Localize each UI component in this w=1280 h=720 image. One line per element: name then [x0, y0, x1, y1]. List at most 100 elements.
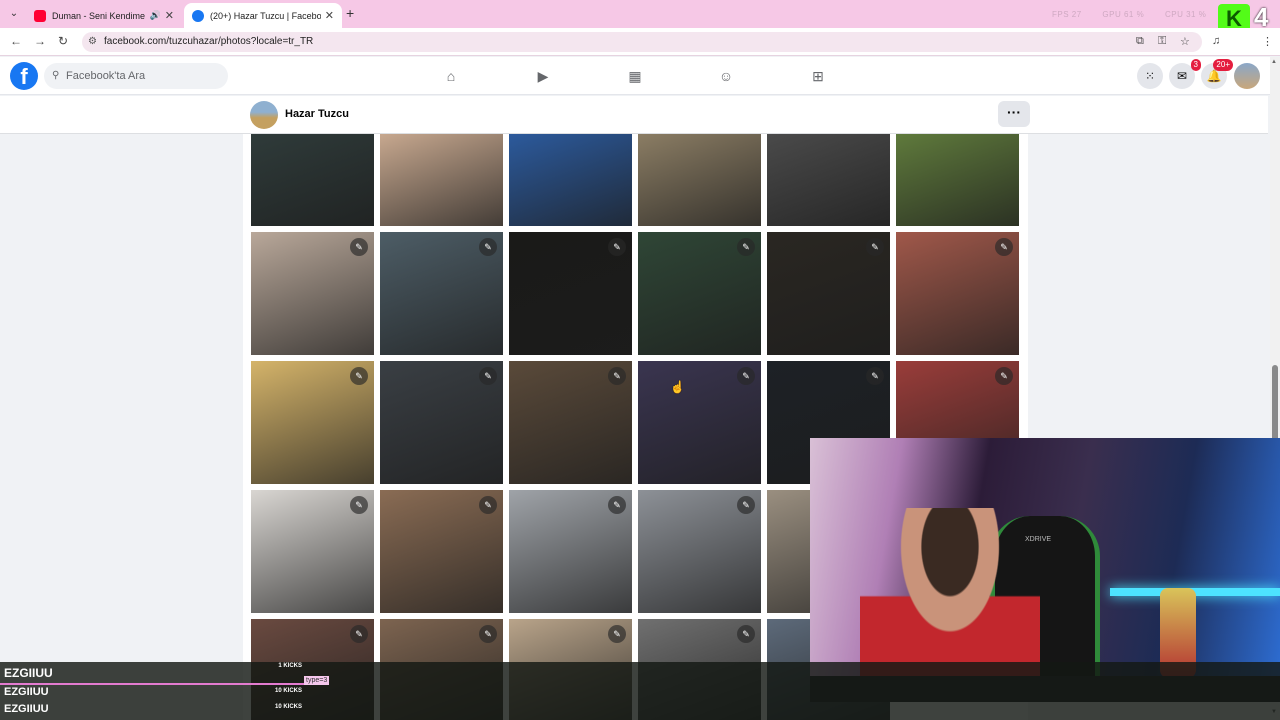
close-tab-icon[interactable]: ✕: [325, 9, 334, 22]
edit-pencil-icon[interactable]: ✎: [608, 625, 626, 643]
photo-thumbnail[interactable]: ✎: [251, 490, 374, 613]
edit-pencil-icon[interactable]: ✎: [479, 367, 497, 385]
reload-icon[interactable]: ↻: [58, 34, 68, 48]
chat-highlight-line: [0, 683, 304, 685]
browser-tab-facebook[interactable]: (20+) Hazar Tuzcu | Facebook ✕: [184, 3, 342, 28]
tab-title: Duman - Seni Kendime Sakl: [52, 10, 146, 21]
edit-pencil-icon[interactable]: ✎: [737, 367, 755, 385]
photo-thumbnail[interactable]: ✎: [638, 490, 761, 613]
scrollbar-thumb[interactable]: [1272, 365, 1278, 441]
facebook-logo-icon[interactable]: f: [10, 62, 38, 90]
edit-pencil-icon[interactable]: ✎: [479, 625, 497, 643]
new-tab-button[interactable]: +: [346, 5, 354, 21]
gaming-icon[interactable]: ⊞: [809, 67, 827, 85]
youtube-favicon-icon: [34, 9, 46, 22]
photo-thumbnail[interactable]: ✎: [251, 361, 374, 484]
back-arrow-icon[interactable]: ←: [10, 34, 22, 48]
photo-thumbnail[interactable]: [251, 134, 374, 226]
chat-username: EZGIIUU: [4, 666, 53, 680]
photo-thumbnail[interactable]: ✎: [638, 232, 761, 355]
facebook-search-input[interactable]: ⚲ Facebook'ta Ara: [44, 63, 228, 89]
bookmark-star-icon[interactable]: ☆: [1180, 35, 1190, 48]
media-control-icon[interactable]: ♫: [1212, 35, 1220, 47]
menu-grid-icon[interactable]: ⁙: [1137, 63, 1163, 89]
edit-pencil-icon[interactable]: ✎: [866, 238, 884, 256]
speaker-icon[interactable]: 🔊: [150, 10, 161, 21]
chat-kicks: 10 KICKS: [274, 704, 302, 710]
forward-arrow-icon[interactable]: →: [34, 34, 46, 48]
cpu-readout: CPU 31 %: [1164, 10, 1207, 19]
stream-chat-overlay: EZGIIUU 1 KICKS EZGIIUU 10 KICKS EZGIIUU…: [0, 662, 1280, 720]
photo-thumbnail[interactable]: [896, 134, 1019, 226]
edit-pencil-icon[interactable]: ✎: [479, 496, 497, 514]
chat-kicks: 10 KICKS: [274, 688, 302, 694]
search-placeholder: Facebook'ta Ara: [66, 70, 146, 82]
edit-pencil-icon[interactable]: ✎: [350, 238, 368, 256]
edit-pencil-icon[interactable]: ✎: [350, 625, 368, 643]
url-bar[interactable]: ⚙ facebook.com/tuzcuhazar/photos?locale=…: [82, 32, 1202, 52]
edit-pencil-icon[interactable]: ✎: [737, 238, 755, 256]
edit-pencil-icon[interactable]: ✎: [737, 496, 755, 514]
edit-pencil-icon[interactable]: ✎: [866, 367, 884, 385]
account-avatar[interactable]: [1234, 63, 1260, 89]
photo-thumbnail[interactable]: ✎: [509, 361, 632, 484]
scroll-up-icon[interactable]: ▲: [1271, 59, 1277, 65]
mouse-cursor-icon: ☝: [670, 380, 685, 394]
edit-pencil-icon[interactable]: ✎: [608, 367, 626, 385]
close-tab-icon[interactable]: ✕: [165, 9, 174, 22]
photo-thumbnail[interactable]: ✎: [380, 490, 503, 613]
search-icon: ⚲: [52, 70, 60, 81]
edit-pencil-icon[interactable]: ✎: [350, 367, 368, 385]
edit-pencil-icon[interactable]: ✎: [479, 238, 497, 256]
video-icon[interactable]: ▶: [534, 67, 552, 85]
marketplace-icon[interactable]: ▦: [626, 67, 644, 85]
edit-pencil-icon[interactable]: ✎: [350, 496, 368, 514]
url-text: facebook.com/tuzcuhazar/photos?locale=tr…: [104, 36, 314, 47]
password-key-icon[interactable]: ⚿: [1158, 35, 1166, 48]
home-icon[interactable]: ⌂: [442, 67, 460, 85]
photo-thumbnail[interactable]: ✎: [509, 232, 632, 355]
profile-avatar[interactable]: [250, 101, 278, 129]
profile-name[interactable]: Hazar Tuzcu: [285, 108, 349, 120]
address-toolbar: ← → ↻ ⚙ facebook.com/tuzcuhazar/photos?l…: [0, 28, 1280, 56]
notifications-bell-icon[interactable]: 🔔 20+: [1201, 59, 1233, 89]
browser-tab-bar: ⌄ Duman - Seni Kendime Sakl 🔊 ✕ (20+) Ha…: [0, 0, 1280, 34]
groups-icon[interactable]: ☺: [717, 67, 735, 85]
photo-thumbnail[interactable]: ✎: [509, 490, 632, 613]
facebook-top-bar: f ⚲ Facebook'ta Ara ⌂ ▶ ▦ ☺ ⊞ ⁙ ✉ 3 🔔 20…: [0, 57, 1280, 95]
edit-pencil-icon[interactable]: ✎: [608, 496, 626, 514]
messenger-icon[interactable]: ✉ 3: [1169, 59, 1201, 89]
gpu-readout: GPU 61 %: [1102, 10, 1145, 19]
tab-title: (20+) Hazar Tuzcu | Facebook: [210, 10, 321, 21]
browser-tab-youtube[interactable]: Duman - Seni Kendime Sakl 🔊 ✕: [26, 3, 182, 28]
photo-thumbnail[interactable]: ✎: [767, 232, 890, 355]
photo-thumbnail[interactable]: ✎: [251, 232, 374, 355]
messenger-badge: 3: [1190, 59, 1201, 71]
edit-pencil-icon[interactable]: ✎: [995, 238, 1013, 256]
photo-thumbnail[interactable]: [380, 134, 503, 226]
photo-thumbnail[interactable]: [767, 134, 890, 226]
tab-search-dropdown-icon[interactable]: ⌄: [6, 6, 22, 22]
site-settings-icon[interactable]: ⚙: [88, 32, 97, 52]
browser-menu-icon[interactable]: ⋮: [1262, 35, 1273, 48]
install-app-icon[interactable]: ⧉: [1136, 35, 1144, 48]
fps-readout: FPS 27: [1052, 10, 1082, 19]
facebook-favicon-icon: [192, 9, 204, 22]
edit-pencil-icon[interactable]: ✎: [608, 238, 626, 256]
notifications-badge: 20+: [1213, 59, 1233, 71]
performance-stats: FPS 27 GPU 61 % CPU 31 %: [1052, 10, 1224, 19]
profile-header-bar: Hazar Tuzcu ···: [0, 96, 1268, 134]
chat-username: EZGIIUU: [4, 703, 49, 715]
chat-username: EZGIIUU: [4, 686, 49, 698]
photo-thumbnail[interactable]: [638, 134, 761, 226]
photo-thumbnail[interactable]: ✎: [638, 361, 761, 484]
edit-pencil-icon[interactable]: ✎: [737, 625, 755, 643]
edit-pencil-icon[interactable]: ✎: [995, 367, 1013, 385]
photo-thumbnail[interactable]: [509, 134, 632, 226]
chat-type-tag: type=3: [304, 676, 330, 685]
photo-thumbnail[interactable]: ✎: [380, 361, 503, 484]
photo-thumbnail[interactable]: ✎: [896, 232, 1019, 355]
photo-thumbnail[interactable]: ✎: [380, 232, 503, 355]
chat-kicks: 1 KICKS: [278, 663, 302, 669]
more-options-button[interactable]: ···: [998, 101, 1030, 127]
